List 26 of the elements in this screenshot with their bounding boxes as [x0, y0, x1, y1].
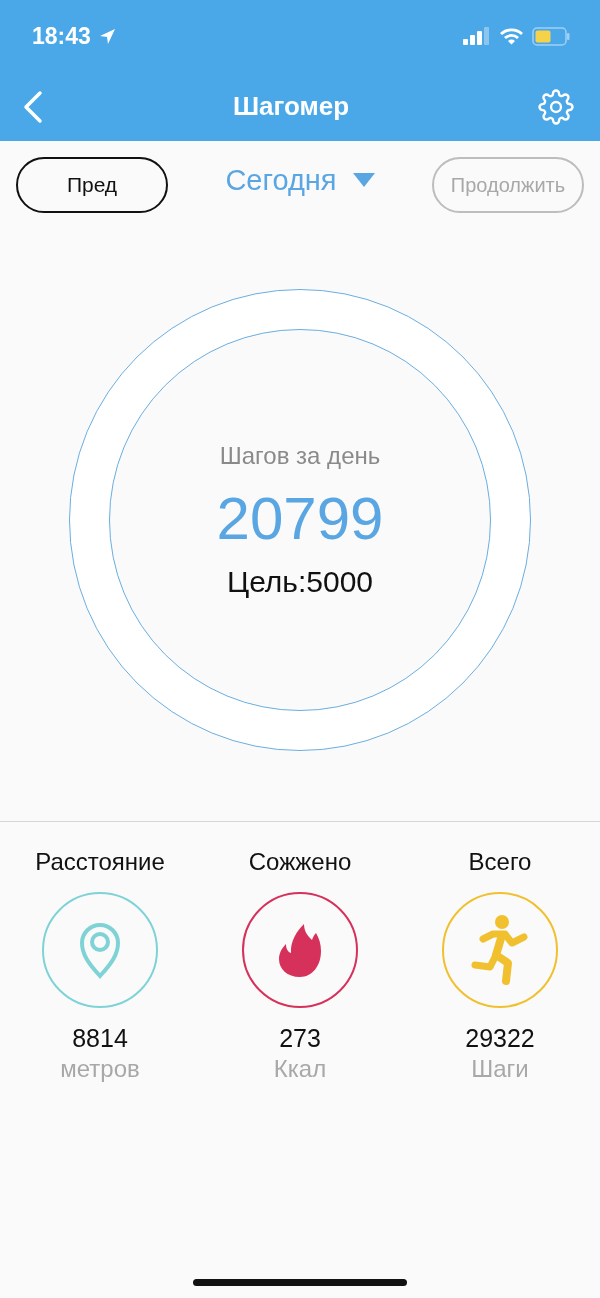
- wifi-icon: [499, 27, 524, 45]
- daily-steps-label: Шагов за день: [219, 441, 381, 470]
- stat-title: Сожжено: [248, 848, 352, 876]
- daily-steps-value: 20799: [216, 483, 384, 553]
- stat-unit: Ккал: [273, 1055, 327, 1083]
- screen-title: Шагомер: [232, 91, 350, 122]
- location-arrow-icon: [98, 27, 116, 45]
- stat-unit: метров: [60, 1055, 140, 1083]
- back-button[interactable]: [22, 89, 44, 124]
- battery-icon: [532, 26, 570, 46]
- runner-icon: [471, 915, 529, 985]
- goal-text: Цель:5000: [226, 564, 374, 599]
- stat-value: 273: [279, 1024, 321, 1053]
- location-pin-icon: [78, 921, 122, 979]
- stat-value: 29322: [465, 1024, 535, 1053]
- stat-title: Расстояние: [35, 848, 165, 876]
- status-time: 18:43: [32, 22, 91, 50]
- signal-icon: [463, 27, 491, 45]
- stat-title: Всего: [468, 848, 532, 876]
- stat-value: 8814: [72, 1024, 128, 1053]
- previous-button[interactable]: Пред: [16, 157, 168, 213]
- caret-icon: [352, 173, 375, 187]
- flame-icon: [277, 922, 323, 978]
- stat-unit: Шаги: [471, 1055, 529, 1083]
- settings-button[interactable]: [538, 88, 574, 125]
- period-dropdown[interactable]: Сегодня: [219, 162, 381, 198]
